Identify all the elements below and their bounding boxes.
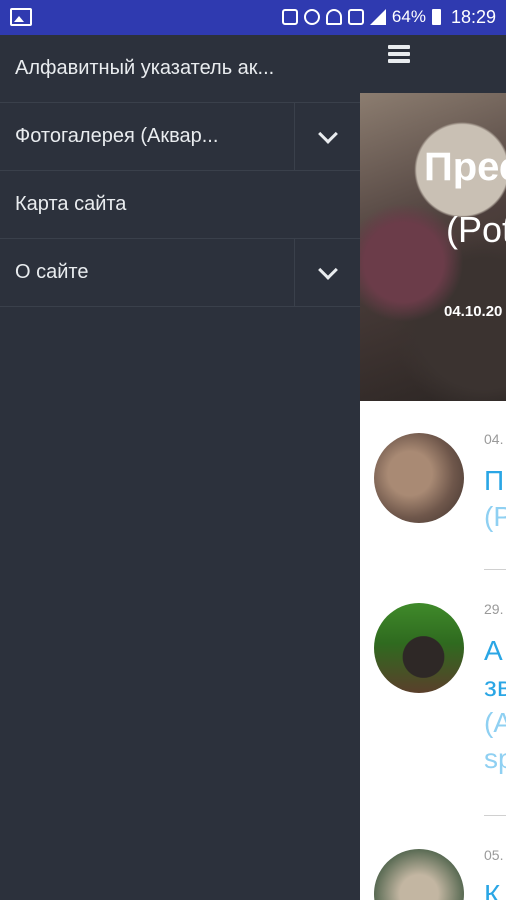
clock: 18:29 bbox=[450, 6, 496, 27]
post-thumbnail bbox=[374, 433, 464, 523]
main-content: Прес (Pot 04.10.20 04. П (P 29. A зв (A … bbox=[360, 35, 506, 900]
drawer-item-about[interactable]: О сайте bbox=[0, 239, 360, 307]
drawer-item-label: Алфавитный указатель ак... bbox=[15, 57, 275, 79]
featured-title: Прес bbox=[424, 145, 506, 189]
post-subtitle: (A bbox=[484, 707, 506, 738]
expand-button[interactable] bbox=[294, 103, 360, 170]
post-title-line2[interactable]: зв bbox=[484, 669, 506, 705]
divider bbox=[484, 815, 506, 816]
list-item[interactable]: 04. П (P bbox=[360, 401, 506, 571]
battery-percent: 64% bbox=[391, 7, 426, 26]
post-title[interactable]: П bbox=[484, 463, 504, 499]
featured-subtitle: (Pot bbox=[446, 209, 506, 250]
status-bar: 64% 18:29 bbox=[0, 0, 506, 35]
chevron-down-icon bbox=[317, 259, 338, 280]
signal-icon bbox=[369, 9, 386, 25]
post-subtitle-line2: sp bbox=[484, 743, 506, 774]
status-icons: 64% 18:29 bbox=[281, 6, 496, 27]
sim-icon bbox=[281, 9, 298, 25]
wifi-icon bbox=[325, 9, 342, 25]
drawer-item-label: Карта сайта bbox=[15, 193, 127, 215]
navigation-drawer: Алфавитный указатель ак... Фотогалерея (… bbox=[0, 35, 360, 900]
post-subtitle: (P bbox=[484, 501, 506, 532]
expand-button[interactable] bbox=[294, 239, 360, 306]
alarm-icon bbox=[303, 9, 320, 25]
drawer-item-alphabetical-index[interactable]: Алфавитный указатель ак... bbox=[0, 35, 360, 103]
featured-post[interactable]: Прес (Pot 04.10.20 bbox=[360, 93, 506, 401]
data-icon bbox=[347, 9, 364, 25]
app-toolbar bbox=[360, 35, 506, 93]
post-thumbnail bbox=[374, 849, 464, 900]
chevron-down-icon bbox=[317, 123, 338, 144]
drawer-item-sitemap[interactable]: Карта сайта bbox=[0, 171, 360, 239]
post-date: 04. bbox=[484, 431, 504, 447]
battery-icon bbox=[431, 9, 441, 25]
post-thumbnail bbox=[374, 603, 464, 693]
gallery-icon bbox=[10, 8, 32, 26]
post-title[interactable]: К bbox=[484, 877, 500, 900]
drawer-item-photo-gallery[interactable]: Фотогалерея (Аквар... bbox=[0, 103, 360, 171]
post-date: 29. bbox=[484, 601, 504, 617]
divider bbox=[484, 569, 506, 570]
list-item[interactable]: 29. A зв (A sp bbox=[360, 571, 506, 821]
drawer-item-label: О сайте bbox=[15, 261, 89, 283]
menu-icon[interactable] bbox=[388, 45, 410, 63]
featured-date: 04.10.20 bbox=[444, 303, 503, 320]
drawer-item-label: Фотогалерея (Аквар... bbox=[15, 125, 219, 147]
list-item[interactable]: 05. К bbox=[360, 821, 506, 900]
post-title[interactable]: A bbox=[484, 633, 503, 669]
post-date: 05. bbox=[484, 847, 504, 863]
